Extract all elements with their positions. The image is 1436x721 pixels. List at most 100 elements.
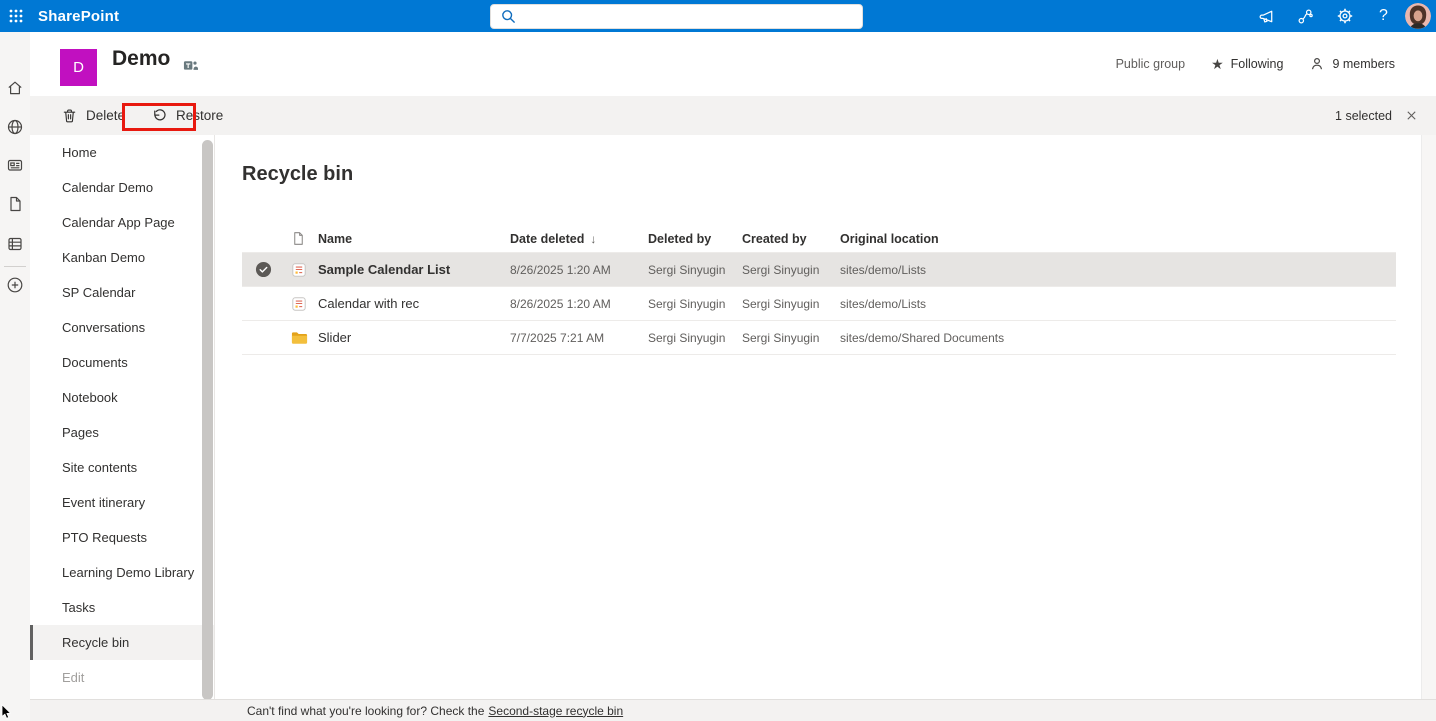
sidebar-nav-item[interactable]: SP Calendar xyxy=(30,275,214,310)
sidebar-nav-item-label: Edit xyxy=(62,670,85,685)
item-created-by: Sergi Sinyugin xyxy=(742,296,820,311)
column-header-created-by[interactable]: Created by xyxy=(742,232,840,246)
restore-button[interactable]: Restore xyxy=(138,96,236,135)
table-row[interactable]: Calendar with rec 8/26/2025 1:20 AM Serg… xyxy=(242,287,1396,321)
item-date-deleted: 8/26/2025 1:20 AM xyxy=(510,262,611,277)
list-icon xyxy=(291,296,307,312)
item-original-location: sites/demo/Lists xyxy=(840,296,927,311)
delete-button[interactable]: Delete xyxy=(48,96,138,135)
item-created-by: Sergi Sinyugin xyxy=(742,330,820,345)
clear-selection-button[interactable] xyxy=(1405,109,1418,122)
command-bar: Delete Restore 1 selected xyxy=(30,96,1436,135)
following-label: Following xyxy=(1230,57,1284,71)
connections-button[interactable] xyxy=(1286,0,1325,32)
undo-arrow-icon xyxy=(151,107,168,124)
sidebar-nav-item[interactable]: Pages xyxy=(30,415,214,450)
sidebar-nav-item[interactable]: Edit xyxy=(30,660,214,695)
second-stage-recycle-bin-link[interactable]: Second-stage recycle bin xyxy=(488,704,623,718)
item-name: Calendar with rec xyxy=(318,296,420,311)
members-button[interactable]: 9 members xyxy=(1309,56,1395,72)
footer-text: Can't find what you're looking for? Chec… xyxy=(247,703,485,718)
sidebar-nav-item[interactable]: Tasks xyxy=(30,590,214,625)
home-icon[interactable] xyxy=(0,70,30,106)
sidebar-nav-item-label: SP Calendar xyxy=(62,285,136,300)
page-title: Recycle bin xyxy=(242,163,354,185)
main-content: Recycle bin Name Date deleted ↓ Deleted … xyxy=(215,135,1421,699)
column-header-original-location[interactable]: Original location xyxy=(840,232,1396,246)
item-deleted-by: Sergi Sinyugin xyxy=(648,262,726,277)
site-title[interactable]: Demo xyxy=(112,47,170,71)
sort-desc-icon: ↓ xyxy=(590,231,597,246)
item-name: Slider xyxy=(318,330,352,345)
account-avatar[interactable] xyxy=(1405,3,1431,29)
star-icon: ★ xyxy=(1211,56,1224,72)
file-type-column-icon xyxy=(291,231,306,246)
settings-button[interactable] xyxy=(1325,0,1364,32)
sidebar-nav-item[interactable]: Conversations xyxy=(30,310,214,345)
members-label: 9 members xyxy=(1332,57,1395,71)
app-launcher-button[interactable] xyxy=(0,0,32,32)
list-icon xyxy=(291,262,307,278)
table-row[interactable]: Sample Calendar List 8/26/2025 1:20 AM S… xyxy=(242,253,1396,287)
sharepoint-recycle-bin-page: SharePoint ? D Demo Public group ★ Follo… xyxy=(0,0,1436,721)
sidebar-nav-item-label: Notebook xyxy=(62,390,118,405)
item-original-location: sites/demo/Shared Documents xyxy=(840,330,1005,345)
page-scrollbar-track[interactable] xyxy=(1421,135,1436,721)
table-body: Sample Calendar List 8/26/2025 1:20 AM S… xyxy=(242,253,1396,355)
sidebar-nav-item-label: Pages xyxy=(62,425,99,440)
delete-label: Delete xyxy=(86,108,126,123)
column-header-date-deleted[interactable]: Date deleted ↓ xyxy=(510,232,648,246)
sidebar-nav-item[interactable]: PTO Requests xyxy=(30,520,214,555)
search-box[interactable] xyxy=(490,4,863,29)
announcements-button[interactable] xyxy=(1247,0,1286,32)
item-deleted-by: Sergi Sinyugin xyxy=(648,330,726,345)
column-header-name[interactable]: Name xyxy=(318,232,510,246)
app-name[interactable]: SharePoint xyxy=(38,8,119,25)
sidebar-nav-item-label: Conversations xyxy=(62,320,146,335)
item-deleted-by: Sergi Sinyugin xyxy=(648,296,726,311)
item-date-deleted: 8/26/2025 1:20 AM xyxy=(510,296,611,311)
sidebar-nav: Home Calendar Demo Calendar App Page Kan… xyxy=(30,135,215,700)
sidebar-nav-item-label: PTO Requests xyxy=(62,530,148,545)
column-header-deleted-by[interactable]: Deleted by xyxy=(648,232,742,246)
search-icon xyxy=(500,8,517,25)
footer-bar: Can't find what you're looking for? Chec… xyxy=(30,699,1436,721)
site-header-right: Public group ★ Following 9 members xyxy=(1116,32,1395,96)
item-original-location: sites/demo/Lists xyxy=(840,262,927,277)
sidebar-nav-item[interactable]: Documents xyxy=(30,345,214,380)
sidebar-nav-item-label: Kanban Demo xyxy=(62,250,146,265)
gear-icon xyxy=(1336,7,1354,25)
sidebar-nav-item[interactable]: Event itinerary xyxy=(30,485,214,520)
restore-label: Restore xyxy=(176,108,224,123)
left-app-rail xyxy=(0,32,30,721)
document-icon[interactable] xyxy=(0,186,30,222)
sidebar-nav-item[interactable]: Learning Demo Library xyxy=(30,555,214,590)
sidebar-nav-item[interactable]: Site contents xyxy=(30,450,214,485)
sidebar-nav-item[interactable]: Calendar App Page xyxy=(30,205,214,240)
sidebar-nav-item[interactable]: Kanban Demo xyxy=(30,240,214,275)
lists-icon[interactable] xyxy=(0,226,30,262)
add-icon[interactable] xyxy=(0,267,30,303)
suite-bar: SharePoint ? xyxy=(0,0,1436,32)
site-logo[interactable]: D xyxy=(60,49,97,86)
sidebar-nav-item[interactable]: Notebook xyxy=(30,380,214,415)
sidebar-nav-item[interactable]: Recycle bin xyxy=(30,625,214,660)
item-date-deleted: 7/7/2025 7:21 AM xyxy=(510,330,605,345)
teams-icon xyxy=(183,58,198,73)
globe-icon[interactable] xyxy=(0,109,30,145)
trash-icon xyxy=(61,107,78,124)
following-button[interactable]: ★ Following xyxy=(1211,57,1283,71)
sidebar-scrollbar[interactable] xyxy=(202,140,213,700)
sidebar-nav-item[interactable]: Home xyxy=(30,135,214,170)
table-row[interactable]: Slider 7/7/2025 7:21 AM Sergi Sinyugin S… xyxy=(242,321,1396,355)
sidebar-nav-item-label: Recycle bin xyxy=(62,635,130,650)
help-button[interactable]: ? xyxy=(1364,0,1403,32)
search-input[interactable] xyxy=(517,5,862,28)
news-icon[interactable] xyxy=(0,147,30,183)
item-name: Sample Calendar List xyxy=(318,262,451,277)
sidebar-nav-item-label: Documents xyxy=(62,355,128,370)
sidebar-nav-item-label: Home xyxy=(62,145,97,160)
linked-nodes-icon xyxy=(1296,7,1315,26)
sidebar-nav-item[interactable]: Calendar Demo xyxy=(30,170,214,205)
check-circle-icon[interactable] xyxy=(255,261,272,278)
